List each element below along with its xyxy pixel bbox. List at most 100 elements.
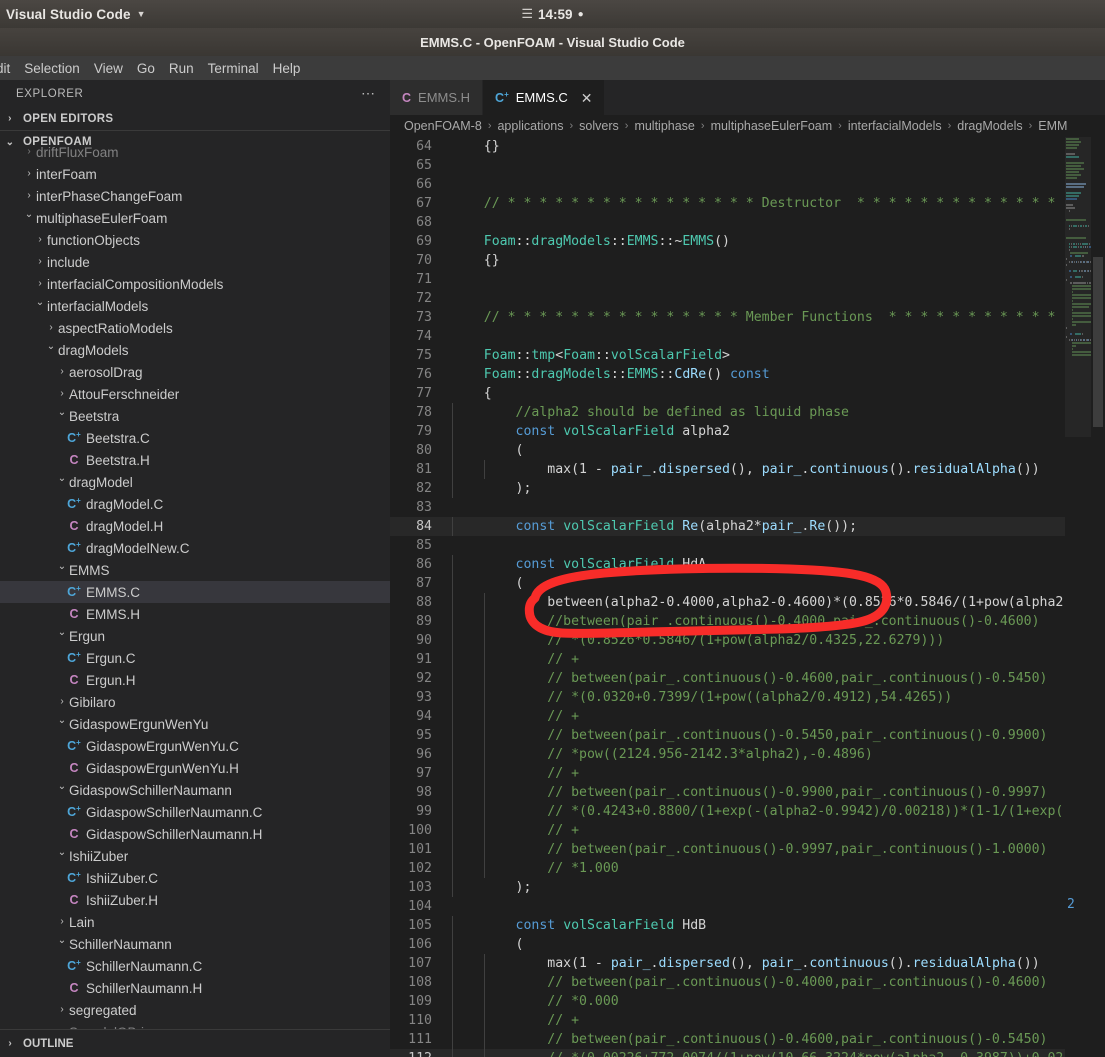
tree-folder-row[interactable]: ⌄ SchillerNaumann	[0, 933, 390, 955]
breadcrumb-item[interactable]: multiphaseEulerFoam	[711, 119, 833, 133]
tree-folder-row[interactable]: › Lain	[0, 911, 390, 933]
code-line[interactable]: 80 (	[390, 441, 1105, 460]
tree-file-row[interactable]: C EMMS.H	[0, 603, 390, 625]
menu-item-terminal[interactable]: Terminal	[201, 60, 266, 77]
chevron-down-icon[interactable]: ⌄	[22, 210, 36, 220]
code-line[interactable]: 90 // *(0.8526*0.5846/(1+pow(alpha2/0.43…	[390, 631, 1105, 650]
code-line[interactable]: 79 const volScalarField alpha2	[390, 422, 1105, 441]
code-line[interactable]: 95 // between(pair_.continuous()-0.5450,…	[390, 726, 1105, 745]
tree-file-row[interactable]: C+ GidaspowErgunWenYu.C	[0, 735, 390, 757]
tree-file-row[interactable]: C Ergun.H	[0, 669, 390, 691]
menu-item-go[interactable]: Go	[130, 60, 162, 77]
code-line[interactable]: 66	[390, 175, 1105, 194]
chevron-down-icon[interactable]: ⌄	[55, 628, 69, 638]
breadcrumb-item[interactable]: OpenFOAM-8	[404, 119, 482, 133]
chevron-right-icon[interactable]: ›	[22, 169, 36, 179]
chevron-down-icon[interactable]: ⌄	[55, 474, 69, 484]
code-line[interactable]: 108 // between(pair_.continuous()-0.4000…	[390, 973, 1105, 992]
chevron-down-icon[interactable]: ⌄	[55, 936, 69, 946]
code-line[interactable]: 68	[390, 213, 1105, 232]
code-line[interactable]: 92 // between(pair_.continuous()-0.4600,…	[390, 669, 1105, 688]
tree-folder-row[interactable]: › driftFluxFoam	[0, 141, 390, 163]
tree-folder-row[interactable]: › include	[0, 251, 390, 273]
menu-item-run[interactable]: Run	[162, 60, 201, 77]
tree-file-row[interactable]: C IshiiZuber.H	[0, 889, 390, 911]
tree-folder-row[interactable]: ⌄ dragModels	[0, 339, 390, 361]
close-icon[interactable]: ✕	[581, 91, 593, 105]
menu-item-view[interactable]: View	[87, 60, 130, 77]
tree-file-row[interactable]: C GidaspowSchillerNaumann.H	[0, 823, 390, 845]
breadcrumb-item[interactable]: EMM	[1038, 119, 1067, 133]
code-line[interactable]: 104	[390, 897, 1105, 916]
chevron-right-icon[interactable]: ›	[22, 147, 36, 157]
open-editors-section[interactable]: › OPEN EDITORS	[0, 107, 390, 130]
code-line[interactable]: 98 // between(pair_.continuous()-0.9900,…	[390, 783, 1105, 802]
tree-folder-row[interactable]: › interFoam	[0, 163, 390, 185]
outline-section[interactable]: › OUTLINE	[0, 1029, 390, 1057]
code-line[interactable]: 110 // +	[390, 1011, 1105, 1030]
code-line[interactable]: 84 const volScalarField Re(alpha2*pair_.…	[390, 517, 1105, 536]
tree-folder-row[interactable]: › functionObjects	[0, 229, 390, 251]
chevron-down-icon[interactable]: ⌄	[33, 298, 47, 308]
tree-file-row[interactable]: C+ IshiiZuber.C	[0, 867, 390, 889]
code-line[interactable]: 74	[390, 327, 1105, 346]
tree-folder-row[interactable]: › interPhaseChangeFoam	[0, 185, 390, 207]
code-line[interactable]: 106 (	[390, 935, 1105, 954]
code-line[interactable]: 109 // *0.000	[390, 992, 1105, 1011]
code-line[interactable]: 71	[390, 270, 1105, 289]
tree-folder-row[interactable]: ⌄ GidaspowSchillerNaumann	[0, 779, 390, 801]
os-clock-area[interactable]: ☰ 14:59 ●	[0, 6, 1105, 22]
editor-tab-emms-h[interactable]: C EMMS.H	[390, 80, 484, 115]
code-line[interactable]: 93 // *(0.0320+0.7399/(1+pow((alpha2/0.4…	[390, 688, 1105, 707]
code-line[interactable]: 99 // *(0.4243+0.8800/(1+exp(-(alpha2-0.…	[390, 802, 1105, 821]
editor-tab-emms-c[interactable]: C+ EMMS.C ✕	[483, 80, 606, 115]
code-line[interactable]: 107 max(1 - pair_.dispersed(), pair_.con…	[390, 954, 1105, 973]
breadcrumb-item[interactable]: interfacialModels	[848, 119, 942, 133]
chevron-right-icon[interactable]: ›	[55, 917, 69, 927]
tree-folder-row[interactable]: ⌄ dragModel	[0, 471, 390, 493]
code-line[interactable]: 112 // *(0.00226+772.0074/(1+pow(10.66.3…	[390, 1049, 1105, 1057]
code-line[interactable]: 73 // * * * * * * * * * * * * * * * Memb…	[390, 308, 1105, 327]
breadcrumb-item[interactable]: solvers	[579, 119, 619, 133]
code-line[interactable]: 88 between(alpha2-0.4000,alpha2-0.4600)*…	[390, 593, 1105, 612]
breadcrumb-item[interactable]: applications	[497, 119, 563, 133]
chevron-down-icon[interactable]: ⌄	[55, 562, 69, 572]
editor-scrollbar[interactable]	[1091, 137, 1105, 1057]
code-line[interactable]: 82 );	[390, 479, 1105, 498]
code-line[interactable]: 89 //between(pair_.continuous()-0.4000,p…	[390, 612, 1105, 631]
code-line[interactable]: 76 Foam::dragModels::EMMS::CdRe() const	[390, 365, 1105, 384]
breadcrumb-item[interactable]: multiphase	[634, 119, 694, 133]
tree-folder-row[interactable]: ⌄ GidaspowErgunWenYu	[0, 713, 390, 735]
code-line[interactable]: 78 //alpha2 should be defined as liquid …	[390, 403, 1105, 422]
code-line[interactable]: 87 (	[390, 574, 1105, 593]
editor-scrollbar-thumb[interactable]	[1093, 257, 1103, 427]
code-line[interactable]: 81 max(1 - pair_.dispersed(), pair_.cont…	[390, 460, 1105, 479]
code-line[interactable]: 91 // +	[390, 650, 1105, 669]
tree-folder-row[interactable]: ⌄ interfacialModels	[0, 295, 390, 317]
tree-file-row[interactable]: C+ EMMS.C	[0, 581, 390, 603]
code-line[interactable]: 67 // * * * * * * * * * * * * * * * * De…	[390, 194, 1105, 213]
tree-folder-row[interactable]: › aspectRatioModels	[0, 317, 390, 339]
chevron-right-icon[interactable]: ›	[55, 697, 69, 707]
minimap-slider[interactable]	[1065, 137, 1091, 437]
tree-folder-row[interactable]: ⌄ Ergun	[0, 625, 390, 647]
chevron-down-icon[interactable]: ⌄	[44, 342, 58, 352]
chevron-right-icon[interactable]: ›	[33, 257, 47, 267]
tree-folder-row[interactable]: ⌄ multiphaseEulerFoam	[0, 207, 390, 229]
tree-file-row[interactable]: C+ dragModel.C	[0, 493, 390, 515]
tree-folder-row[interactable]: › aerosolDrag	[0, 361, 390, 383]
menu-item-selection[interactable]: Selection	[17, 60, 87, 77]
chevron-down-icon[interactable]: ⌄	[55, 782, 69, 792]
tree-folder-row[interactable]: › interfacialCompositionModels	[0, 273, 390, 295]
chevron-right-icon[interactable]: ›	[33, 279, 47, 289]
tree-file-row[interactable]: C+ dragModelNew.C	[0, 537, 390, 559]
chevron-right-icon[interactable]: ›	[55, 367, 69, 377]
code-line[interactable]: 97 // +	[390, 764, 1105, 783]
code-line[interactable]: 85	[390, 536, 1105, 555]
tree-file-row[interactable]: C+ Ergun.C	[0, 647, 390, 669]
tree-folder-row[interactable]: › Gibilaro	[0, 691, 390, 713]
chevron-right-icon[interactable]: ›	[55, 1005, 69, 1015]
code-line[interactable]: 69 Foam::dragModels::EMMS::~EMMS()	[390, 232, 1105, 251]
chevron-down-icon[interactable]: ⌄	[55, 408, 69, 418]
code-line[interactable]: 86 const volScalarField HdA	[390, 555, 1105, 574]
